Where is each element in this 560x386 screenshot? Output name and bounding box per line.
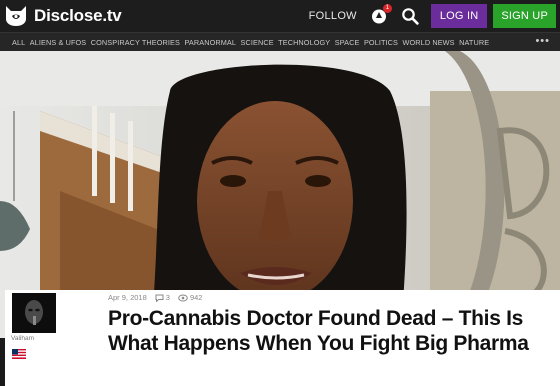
login-button[interactable]: LOG IN (430, 4, 488, 28)
view-count-value: 942 (189, 293, 203, 302)
us-flag-icon (12, 346, 26, 359)
eye-icon (178, 294, 188, 301)
view-count: 942 (178, 293, 203, 302)
author-name[interactable]: Valiham (11, 335, 34, 342)
more-menu-button[interactable]: ••• (535, 35, 550, 47)
header-actions: FOLLOW 1 LOG IN SIGN UP (309, 0, 556, 32)
article-title[interactable]: Pro-Cannabis Doctor Found Dead – This Is… (108, 306, 538, 356)
notification-bell-icon[interactable]: 1 (371, 4, 392, 24)
page: Disclose.tv FOLLOW 1 LOG IN SIGN UP ALL … (0, 0, 560, 386)
nav-item-science[interactable]: SCIENCE (241, 38, 274, 47)
article-meta: Apr 9, 2018 3 942 (108, 293, 202, 302)
site-logo[interactable]: Disclose.tv (4, 0, 122, 32)
article-date: Apr 9, 2018 (108, 293, 147, 302)
follow-link[interactable]: FOLLOW (309, 10, 357, 22)
nav-item-technology[interactable]: TECHNOLOGY (278, 38, 330, 47)
top-bar: Disclose.tv FOLLOW 1 LOG IN SIGN UP (0, 0, 560, 32)
comment-bubble-icon (155, 294, 164, 302)
comment-count-value: 3 (165, 293, 170, 302)
comment-count[interactable]: 3 (155, 293, 170, 302)
nav-item-politics[interactable]: POLITICS (364, 38, 398, 47)
avatar[interactable] (12, 293, 56, 333)
cat-head-logo-icon (4, 5, 28, 27)
notification-badge: 1 (382, 4, 392, 13)
nav-item-conspiracy-theories[interactable]: CONSPIRACY THEORIES (91, 38, 180, 47)
nav-item-aliens-ufos[interactable]: ALIENS & UFOS (30, 38, 86, 47)
nav-item-all[interactable]: ALL (12, 38, 25, 47)
nav-item-paranormal[interactable]: PARANORMAL (184, 38, 236, 47)
nav-item-space[interactable]: SPACE (335, 38, 360, 47)
signup-button[interactable]: SIGN UP (493, 4, 556, 28)
category-nav: ALL ALIENS & UFOS CONSPIRACY THEORIES PA… (0, 32, 560, 51)
nav-item-world-news[interactable]: WORLD NEWS (403, 38, 455, 47)
site-name: Disclose.tv (34, 6, 122, 25)
search-icon[interactable] (401, 7, 419, 25)
article-card: Valiham Apr 9, 2018 3 942 Pro-Cannabis D… (5, 290, 560, 386)
nav-item-nature[interactable]: NATURE (459, 38, 489, 47)
